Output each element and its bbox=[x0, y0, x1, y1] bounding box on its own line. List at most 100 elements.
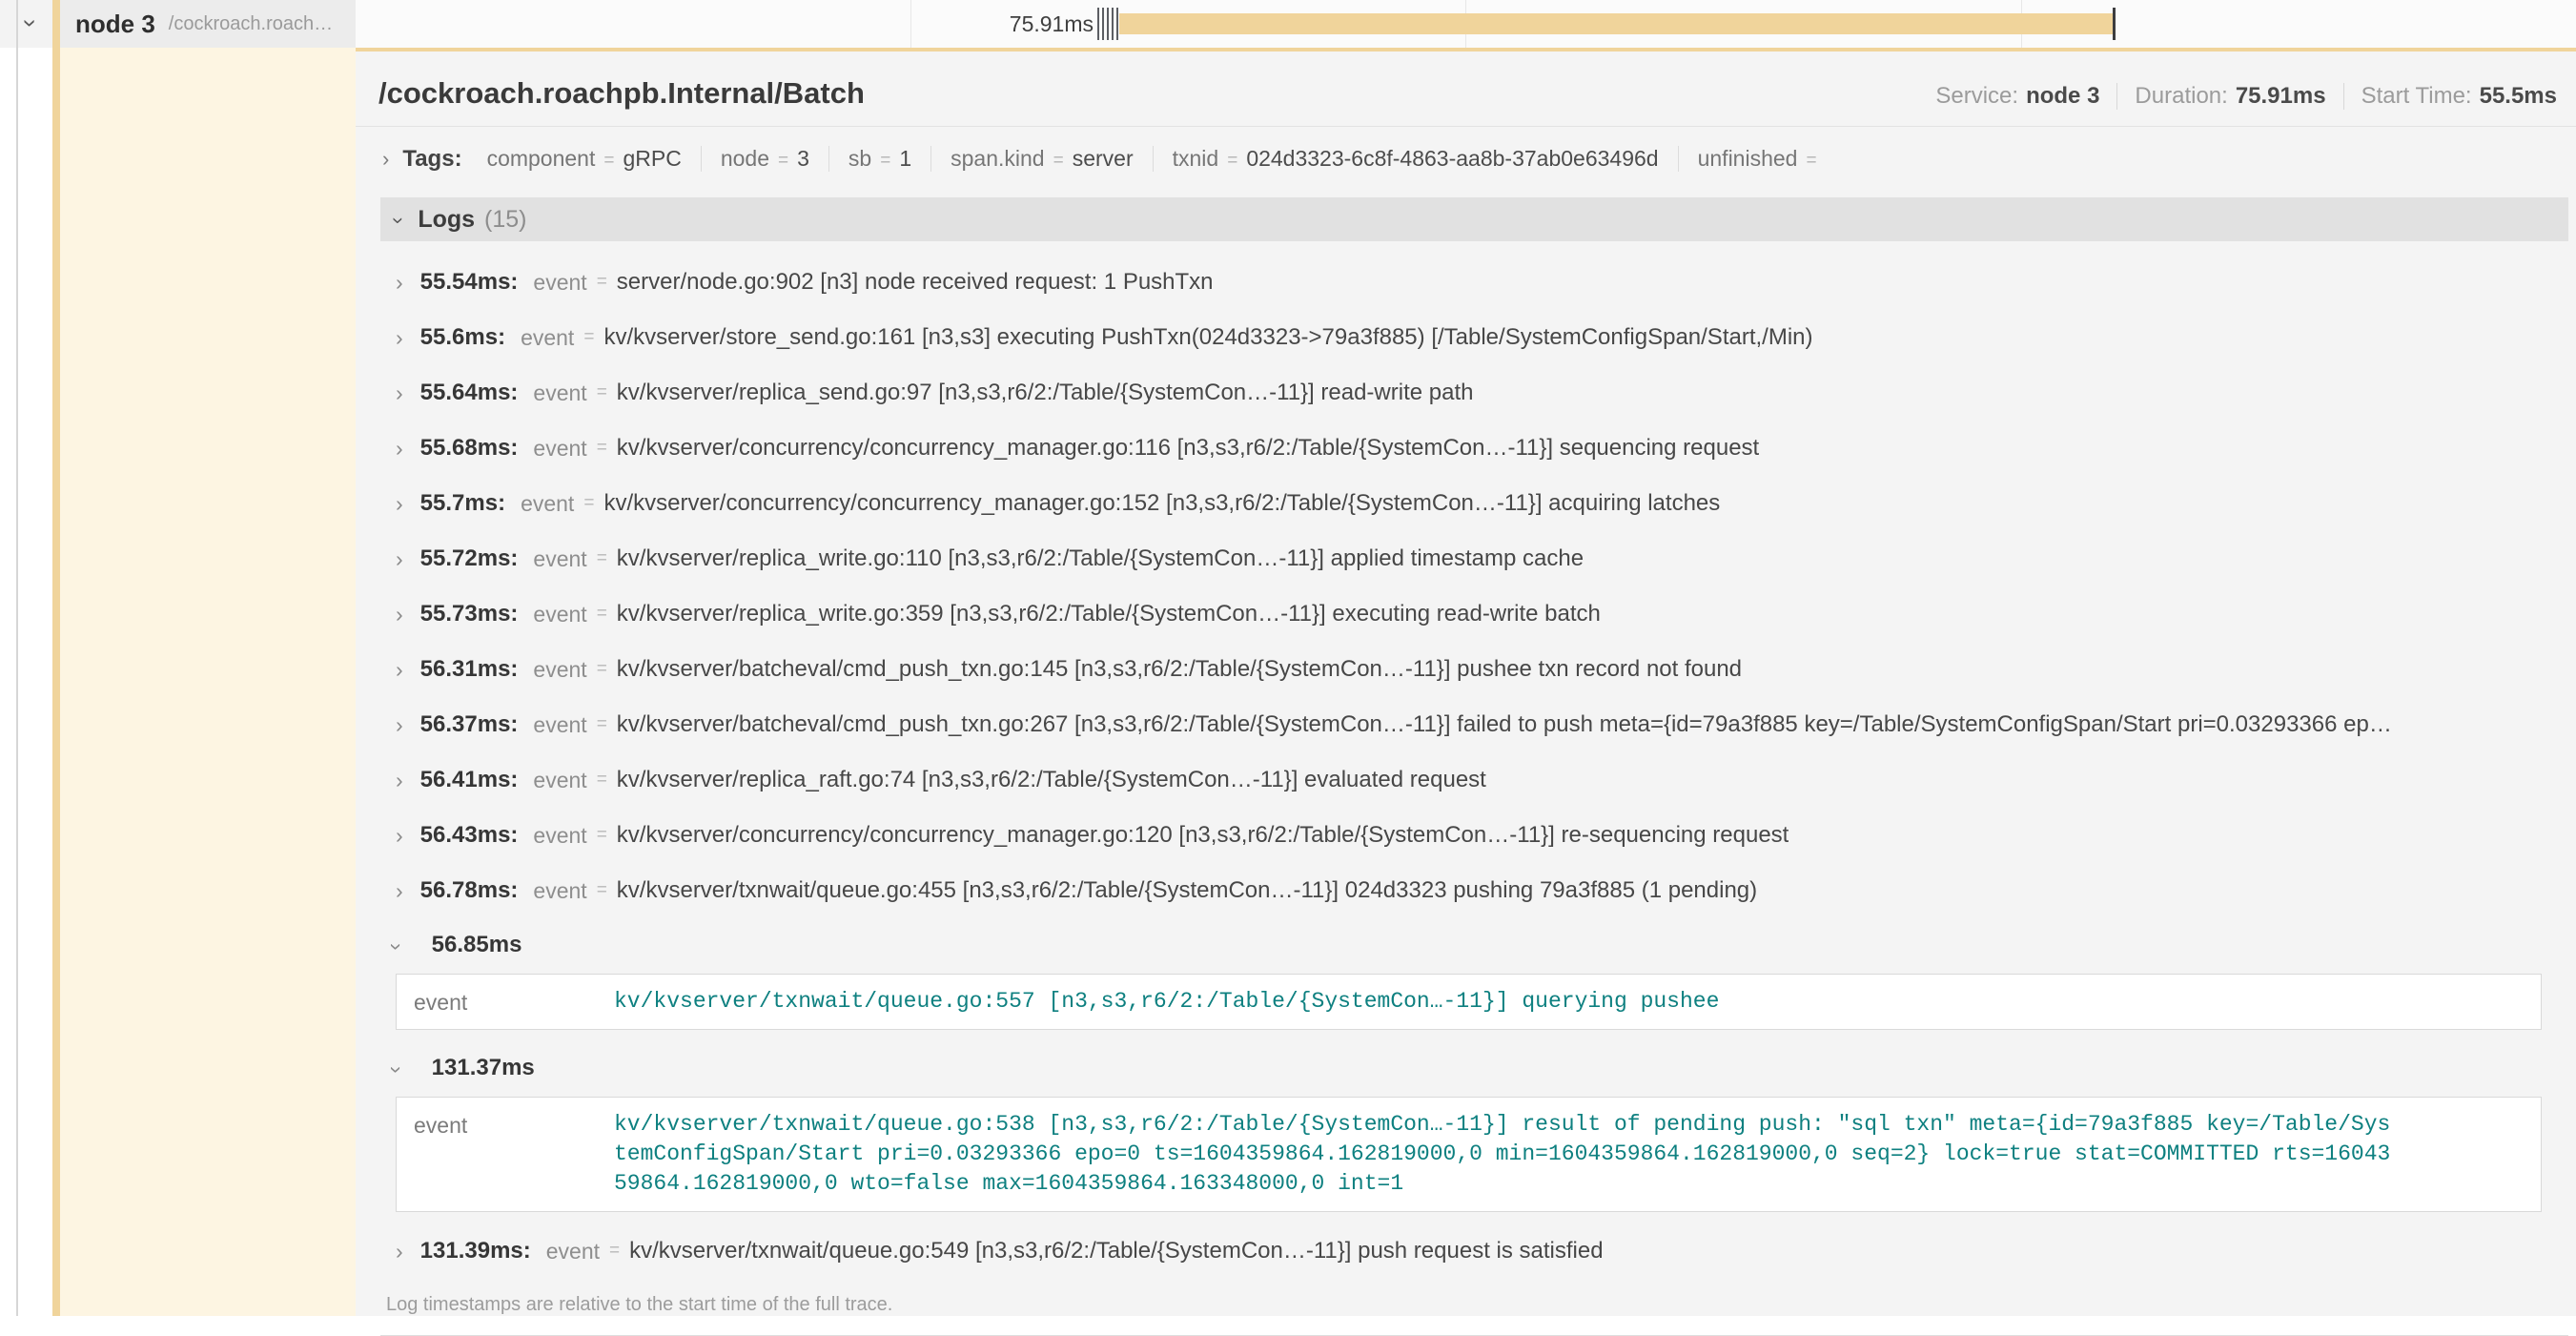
log-equals: = bbox=[597, 382, 607, 403]
tag-unfinished: unfinished= bbox=[1678, 146, 1845, 172]
span-service-name: node 3 bbox=[75, 10, 155, 39]
log-equals: = bbox=[597, 272, 607, 293]
span-duration-label: 75.91ms bbox=[903, 0, 1094, 48]
span-detail-header: /cockroach.roachpb.Internal/Batch Servic… bbox=[356, 51, 2576, 127]
log-equals: = bbox=[597, 659, 607, 680]
log-field-value: kv/kvserver/txnwait/queue.go:557 [n3,s3,… bbox=[614, 987, 1719, 1017]
chevron-right-icon: › bbox=[396, 878, 403, 904]
meta-start-time: Start Time:55.5ms bbox=[2343, 83, 2559, 110]
log-rows: › 55.54ms: event = server/node.go:902 [n… bbox=[380, 241, 2568, 1279]
log-message: kv/kvserver/txnwait/queue.go:549 [n3,s3,… bbox=[629, 1238, 1603, 1264]
log-row[interactable]: › 131.39ms: event = kv/kvserver/txnwait/… bbox=[380, 1223, 2568, 1279]
log-field-key: event bbox=[533, 878, 586, 904]
log-equals: = bbox=[583, 493, 594, 514]
tag-span-kind: span.kind=server bbox=[930, 146, 1152, 172]
log-row[interactable]: › 56.43ms: event = kv/kvserver/concurren… bbox=[380, 808, 2568, 863]
tag-node: node=3 bbox=[701, 146, 828, 172]
log-field-key: event bbox=[533, 546, 586, 572]
log-equals: = bbox=[597, 438, 607, 459]
span-duration-bar[interactable] bbox=[1119, 13, 2113, 34]
log-timestamp: 56.43ms: bbox=[420, 822, 519, 849]
log-message: server/node.go:902 [n3] node received re… bbox=[617, 269, 1214, 296]
log-equals: = bbox=[597, 714, 607, 735]
log-row[interactable]: › 56.78ms: event = kv/kvserver/txnwait/q… bbox=[380, 863, 2568, 918]
log-marker-tick bbox=[1107, 8, 1109, 40]
log-marker-tick bbox=[1112, 8, 1114, 40]
log-field-key: event bbox=[414, 987, 614, 1017]
log-row-expanded-header[interactable]: › 56.85ms bbox=[380, 918, 2568, 972]
meta-service: Service:node 3 bbox=[1918, 83, 2116, 110]
log-row[interactable]: › 55.72ms: event = kv/kvserver/replica_w… bbox=[380, 531, 2568, 586]
chevron-right-icon: › bbox=[396, 546, 403, 572]
log-message: kv/kvserver/concurrency/concurrency_mana… bbox=[617, 822, 1789, 849]
log-row[interactable]: › 55.54ms: event = server/node.go:902 [n… bbox=[380, 255, 2568, 310]
logs-chevron-down-icon[interactable]: › bbox=[394, 207, 400, 232]
chevron-down-icon: › bbox=[392, 933, 399, 958]
span-color-bar bbox=[52, 0, 60, 1316]
chevron-right-icon: › bbox=[396, 602, 403, 627]
log-row[interactable]: › 55.7ms: event = kv/kvserver/concurrenc… bbox=[380, 476, 2568, 531]
chevron-down-icon: › bbox=[392, 1056, 399, 1081]
log-row[interactable]: › 56.41ms: event = kv/kvserver/replica_r… bbox=[380, 752, 2568, 808]
log-field-key: event bbox=[533, 602, 586, 627]
log-field-key: event bbox=[521, 325, 574, 351]
log-row[interactable]: › 55.73ms: event = kv/kvserver/replica_w… bbox=[380, 586, 2568, 642]
log-message: kv/kvserver/concurrency/concurrency_mana… bbox=[603, 490, 1720, 517]
meta-duration: Duration:75.91ms bbox=[2116, 83, 2342, 110]
tag-sb: sb=1 bbox=[828, 146, 930, 172]
chevron-right-icon: › bbox=[396, 657, 403, 683]
chevron-right-icon: › bbox=[396, 270, 403, 296]
log-message: kv/kvserver/concurrency/concurrency_mana… bbox=[617, 435, 1759, 462]
collapse-trace-chevron-down-icon[interactable]: › bbox=[26, 10, 34, 34]
log-row[interactable]: › 55.6ms: event = kv/kvserver/store_send… bbox=[380, 310, 2568, 365]
log-equals: = bbox=[597, 825, 607, 846]
log-event-detail-box: event kv/kvserver/txnwait/queue.go:538 [… bbox=[396, 1097, 2542, 1212]
chevron-right-icon: › bbox=[396, 491, 403, 517]
log-equals: = bbox=[597, 604, 607, 625]
log-timestamp: 55.73ms: bbox=[420, 601, 519, 627]
log-timestamp: 55.7ms: bbox=[420, 490, 505, 517]
log-message: kv/kvserver/replica_raft.go:74 [n3,s3,r6… bbox=[617, 767, 1486, 793]
trace-span-row[interactable]: node 3 /cockroach.roach… 75.91ms bbox=[0, 0, 2576, 48]
log-field-value: kv/kvserver/txnwait/queue.go:538 [n3,s3,… bbox=[614, 1110, 2390, 1199]
tags-row[interactable]: › Tags: component=gRPC node=3 sb=1 span.… bbox=[356, 127, 2576, 186]
chevron-right-icon: › bbox=[396, 1239, 403, 1264]
log-message: kv/kvserver/replica_send.go:97 [n3,s3,r6… bbox=[617, 380, 1474, 406]
span-operation-name: /cockroach.roach… bbox=[169, 13, 333, 35]
log-timestamp: 131.39ms: bbox=[420, 1238, 531, 1264]
log-row[interactable]: › 55.64ms: event = kv/kvserver/replica_s… bbox=[380, 365, 2568, 421]
tags-chevron-right-icon[interactable]: › bbox=[382, 147, 389, 172]
log-equals: = bbox=[583, 327, 594, 348]
tag-txnid: txnid=024d3323-6c8f-4863-aa8b-37ab0e6349… bbox=[1153, 146, 1678, 172]
log-row[interactable]: › 56.37ms: event = kv/kvserver/batcheval… bbox=[380, 697, 2568, 752]
log-timestamp: 56.78ms: bbox=[420, 877, 519, 904]
column-divider bbox=[16, 0, 18, 1316]
log-field-key: event bbox=[533, 270, 586, 296]
log-equals: = bbox=[597, 880, 607, 901]
log-field-key: event bbox=[533, 657, 586, 683]
log-timestamp: 55.6ms: bbox=[420, 324, 505, 351]
log-message: kv/kvserver/store_send.go:161 [n3,s3] ex… bbox=[603, 324, 1812, 351]
log-event-detail-box: event kv/kvserver/txnwait/queue.go:557 [… bbox=[396, 974, 2542, 1030]
span-name-tab[interactable]: node 3 /cockroach.roach… bbox=[60, 0, 356, 48]
log-field-key: event bbox=[533, 380, 586, 406]
logs-section: › Logs (15) › 55.54ms: event = server/no… bbox=[380, 197, 2568, 1336]
chevron-right-icon: › bbox=[396, 380, 403, 406]
logs-header-bar[interactable]: › Logs (15) bbox=[380, 197, 2568, 241]
chevron-right-icon: › bbox=[396, 436, 403, 462]
log-field-key: event bbox=[533, 768, 586, 793]
log-row[interactable]: › 55.68ms: event = kv/kvserver/concurren… bbox=[380, 421, 2568, 476]
log-message: kv/kvserver/replica_write.go:359 [n3,s3,… bbox=[617, 601, 1601, 627]
logs-title: Logs bbox=[418, 206, 475, 234]
chevron-right-icon: › bbox=[396, 768, 403, 793]
tag-component: component=gRPC bbox=[468, 146, 701, 172]
chevron-right-icon: › bbox=[396, 823, 403, 849]
span-meta: Service:node 3 Duration:75.91ms Start Ti… bbox=[1918, 83, 2559, 110]
log-equals: = bbox=[597, 548, 607, 569]
logs-count: (15) bbox=[484, 206, 526, 234]
log-field-key: event bbox=[414, 1110, 614, 1199]
log-timestamp: 56.41ms: bbox=[420, 767, 519, 793]
log-row[interactable]: › 56.31ms: event = kv/kvserver/batcheval… bbox=[380, 642, 2568, 697]
log-timestamp: 55.72ms: bbox=[420, 545, 519, 572]
log-row-expanded-header[interactable]: › 131.37ms bbox=[380, 1041, 2568, 1095]
